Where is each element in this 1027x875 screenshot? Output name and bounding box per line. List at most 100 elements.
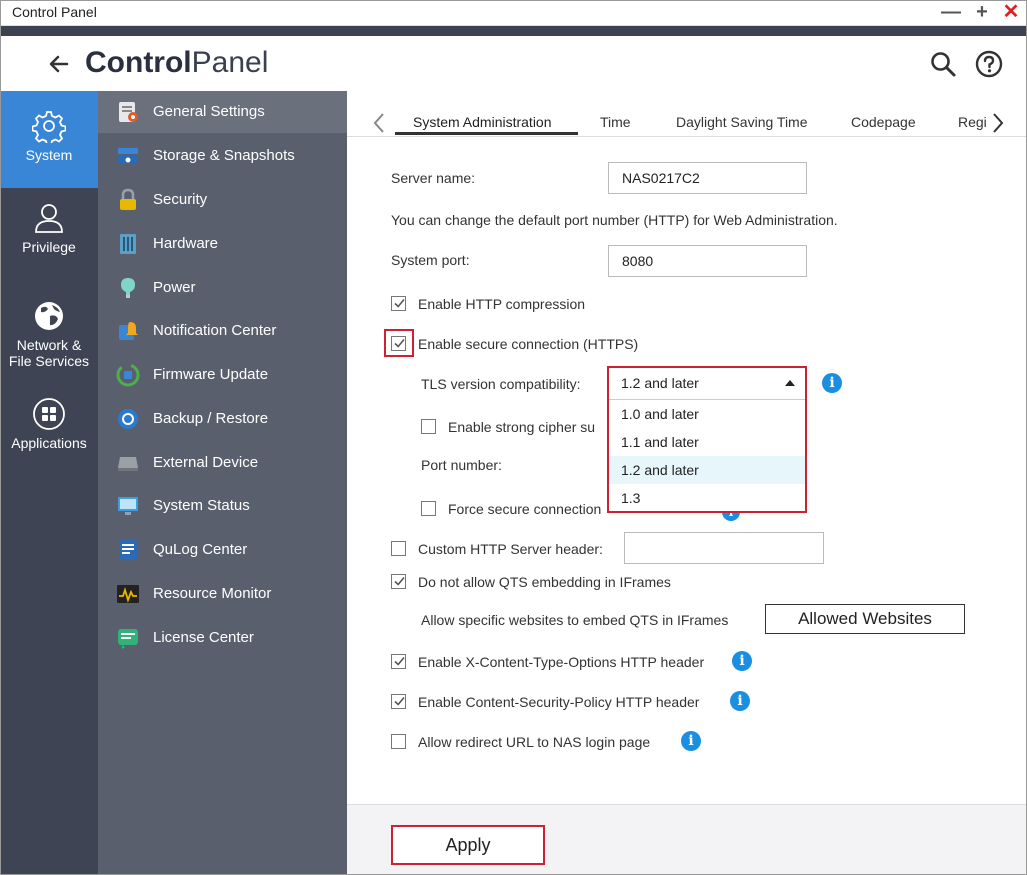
footer-bar: Apply	[347, 804, 1026, 875]
submenu-item-label: Notification Center	[153, 322, 277, 339]
http-compression-label: Enable HTTP compression	[418, 296, 586, 312]
tab-regional[interactable]: Regi	[958, 114, 987, 130]
csp-info-icon[interactable]: i	[730, 691, 750, 711]
custom-header-label: Custom HTTP Server header:	[418, 541, 603, 557]
submenu-item-label: QuLog Center	[153, 541, 248, 558]
nav-item-applications[interactable]: Applications	[0, 397, 98, 477]
redirect-checkbox[interactable]	[391, 734, 406, 749]
minimize-button[interactable]: —	[940, 1, 962, 23]
strong-cipher-checkbox[interactable]	[421, 419, 436, 434]
submenu-item-label: Security	[153, 191, 208, 208]
force-secure-checkbox[interactable]	[421, 501, 436, 516]
globe-icon	[35, 302, 63, 330]
nav-item-label-line1: Network &	[16, 337, 82, 353]
tls-dropdown-highlight	[607, 366, 807, 513]
submenu-item-label: Firmware Update	[153, 366, 269, 383]
submenu-item-hardware[interactable]: Hardware	[98, 223, 347, 265]
x-content-label: Enable X-Content-Type-Options HTTP heade…	[418, 654, 705, 670]
nav-item-label-line2: File Services	[8, 353, 90, 369]
nav-item-privilege[interactable]: Privilege	[0, 201, 98, 281]
notification-icon	[119, 322, 138, 340]
submenu-item-external-device[interactable]: External Device	[98, 442, 347, 484]
https-label: Enable secure connection (HTTPS)	[418, 336, 639, 352]
redirect-label: Allow redirect URL to NAS login page	[418, 734, 651, 750]
resource-monitor-icon	[117, 585, 139, 603]
submenu-item-notification[interactable]: Notification Center	[98, 310, 347, 352]
external-device-icon	[118, 457, 138, 471]
chevron-right-icon[interactable]	[990, 111, 1006, 135]
force-secure-label: Force secure connection	[448, 501, 602, 517]
back-arrow-icon[interactable]	[45, 50, 73, 78]
license-icon	[118, 629, 138, 649]
checkmark-icon	[394, 298, 405, 308]
lock-icon	[120, 188, 136, 210]
help-icon[interactable]	[974, 49, 1004, 79]
qulog-icon	[119, 540, 137, 560]
general-settings-icon	[119, 102, 138, 122]
tab-daylight-saving-time[interactable]: Daylight Saving Time	[676, 114, 808, 130]
submenu-item-label: System Status	[153, 497, 250, 514]
header-strip	[0, 26, 1027, 36]
apps-grid-icon	[33, 398, 65, 430]
maximize-button[interactable]: +	[971, 1, 993, 23]
tls-version-label: TLS version compatibility:	[421, 376, 581, 392]
submenu-item-label: General Settings	[153, 103, 265, 120]
submenu-item-firmware[interactable]: Firmware Update	[98, 354, 347, 396]
port-number-label: Port number:	[421, 457, 502, 473]
csp-checkbox[interactable]	[391, 694, 406, 709]
port-note-text: You can change the default port number (…	[391, 212, 838, 228]
backup-icon	[118, 409, 138, 429]
submenu-item-label: External Device	[153, 454, 259, 471]
https-checkbox[interactable]	[391, 336, 406, 351]
submenu-item-power[interactable]: Power	[98, 267, 347, 309]
page-title-light: Panel	[191, 46, 269, 79]
chevron-left-icon[interactable]	[371, 111, 387, 135]
nav-item-label: Applications	[11, 435, 87, 451]
custom-header-checkbox[interactable]	[391, 541, 406, 556]
server-name-input[interactable]: NAS0217C2	[608, 162, 807, 194]
submenu-item-qulog[interactable]: QuLog Center	[98, 529, 347, 571]
x-content-checkbox[interactable]	[391, 654, 406, 669]
submenu-item-system-status[interactable]: System Status	[98, 485, 347, 527]
firmware-update-icon	[116, 363, 140, 387]
page-title: ControlPanel	[85, 46, 268, 80]
http-compression-checkbox[interactable]	[391, 296, 406, 311]
no-iframe-label: Do not allow QTS embedding in IFrames	[418, 574, 671, 590]
submenu-item-label: License Center	[153, 629, 254, 646]
settings-content: System Administration Time Daylight Savi…	[347, 91, 1027, 875]
hardware-icon	[120, 234, 136, 254]
apply-button[interactable]: Apply	[391, 825, 545, 865]
nav-item-system[interactable]: System	[0, 91, 98, 188]
nav-item-network[interactable]: Network & File Services	[0, 299, 98, 389]
custom-header-input[interactable]	[624, 532, 824, 564]
power-icon	[121, 278, 135, 298]
window-titlebar: Control Panel — + ✕	[0, 0, 1027, 26]
tab-codepage[interactable]: Codepage	[851, 114, 916, 130]
submenu-item-label: Hardware	[153, 235, 219, 252]
x-content-info-icon[interactable]: i	[732, 651, 752, 671]
redirect-info-icon[interactable]: i	[681, 731, 701, 751]
submenu-item-general-settings[interactable]: General Settings	[98, 91, 347, 133]
nav-item-label: Privilege	[22, 239, 76, 255]
checkmark-icon	[394, 338, 405, 348]
allowed-websites-button[interactable]: Allowed Websites	[765, 604, 965, 634]
submenu-item-license[interactable]: License Center	[98, 617, 347, 659]
window-title: Control Panel	[12, 4, 97, 20]
app-header: ControlPanel	[0, 36, 1027, 91]
checkmark-icon	[394, 656, 405, 666]
search-icon[interactable]	[929, 50, 957, 78]
submenu-item-resource-monitor[interactable]: Resource Monitor	[98, 573, 347, 615]
submenu-item-backup[interactable]: Backup / Restore	[98, 398, 347, 440]
gear-icon	[32, 111, 66, 143]
csp-label: Enable Content-Security-Policy HTTP head…	[418, 694, 700, 710]
no-iframe-checkbox[interactable]	[391, 574, 406, 589]
submenu-item-label: Storage & Snapshots	[153, 147, 295, 164]
close-button[interactable]: ✕	[1000, 1, 1022, 23]
tls-info-icon[interactable]: i	[822, 373, 842, 393]
tab-time[interactable]: Time	[600, 114, 631, 130]
submenu-item-storage[interactable]: Storage & Snapshots	[98, 135, 347, 177]
submenu-item-security[interactable]: Security	[98, 179, 347, 221]
system-port-input[interactable]: 8080	[608, 245, 807, 277]
system-port-label: System port:	[391, 252, 470, 268]
tab-system-administration[interactable]: System Administration	[413, 114, 552, 130]
